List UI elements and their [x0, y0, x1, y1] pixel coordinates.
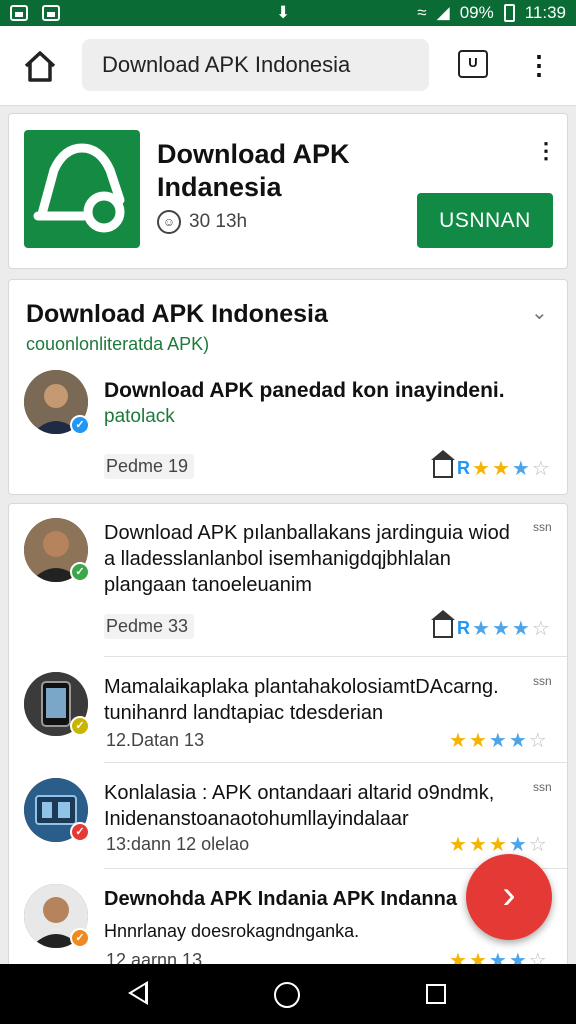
tabs-icon[interactable]: U — [458, 50, 488, 78]
verified-badge-icon: ✓ — [70, 716, 90, 736]
bookmark-icon: R — [457, 458, 470, 478]
star-icon: ★ — [491, 458, 510, 480]
signal-icon: ◢ — [436, 3, 450, 22]
star-icon: ★ — [511, 618, 530, 640]
rating-stars: ★ ★ ★ ★ ☆ — [449, 728, 547, 753]
star-outline-icon: ☆ — [528, 730, 547, 752]
review-time: ssn — [533, 520, 552, 534]
app-title: Download APK Indanesia — [157, 139, 350, 202]
star-outline-icon: ☆ — [531, 458, 550, 480]
verified-badge-icon: ✓ — [70, 562, 90, 582]
star-icon: ★ — [468, 834, 487, 856]
battery-icon — [503, 4, 515, 22]
star-outline-icon: ☆ — [531, 618, 550, 640]
star-icon: ★ — [449, 730, 467, 752]
review-time: ssn — [533, 674, 552, 688]
review-date: Pedme 19 — [104, 454, 195, 479]
star-icon: ★ — [511, 458, 530, 480]
install-button[interactable]: USNNAN — [417, 193, 553, 248]
review-time: ssn — [533, 780, 552, 794]
wifi-icon: ≈ — [417, 3, 427, 22]
review-text[interactable]: Mamalaikaplaka plantahakolosiamtDAcarng.… — [104, 674, 524, 726]
rating-stars: ★ ★ ★ ★ ☆ — [449, 832, 547, 857]
more-vertical-icon[interactable]: ⋮ — [526, 48, 552, 84]
rating-stars: R ★ ★ ★ ☆ — [431, 449, 550, 481]
home-outline-icon — [431, 609, 455, 638]
status-bar: ⬇ ≈ ◢ 09% 11:39 — [0, 0, 576, 26]
home-outline-icon — [431, 449, 455, 478]
review-text[interactable]: Dewnohda APK Indania APK Indanna — [104, 886, 524, 912]
chevron-down-icon[interactable]: ⌄ — [531, 300, 548, 325]
review-date: 13:dann 12 olelao — [106, 834, 250, 854]
star-icon: ★ — [468, 730, 487, 752]
star-icon: ★ — [508, 730, 527, 752]
review-title[interactable]: Download APK panedad kon inayindeni. — [104, 378, 514, 404]
home-circle-icon[interactable] — [274, 982, 300, 1008]
section-subtitle: couonlonliteratda APK) — [26, 334, 210, 354]
rating-stars: R ★ ★ ★ ☆ — [431, 609, 550, 641]
review-subtext: Hnnrlanay doesrokagndnganka. — [104, 921, 360, 941]
navigation-bar — [0, 964, 576, 1024]
verified-badge-icon: ✓ — [70, 822, 90, 842]
verified-badge-icon: ✓ — [70, 928, 90, 948]
download-notification-icon: ⬇ — [276, 3, 291, 22]
app-card[interactable]: Download APK Indanesia ☺ 30 13h ⋮ USNNAN — [8, 113, 568, 269]
review-text[interactable]: Download APK pılanballakans jardinguia w… — [104, 520, 524, 598]
star-icon: ★ — [472, 618, 490, 640]
gallery-notification-icon — [10, 5, 28, 21]
browser-toolbar: Download APK Indonesia U ⋮ — [0, 26, 576, 106]
rating-face-icon: ☺ — [157, 210, 181, 234]
section-card: Download APK Indonesia couonlonliteratda… — [8, 279, 568, 495]
star-icon: ★ — [472, 458, 490, 480]
star-outline-icon: ☆ — [528, 834, 547, 856]
review-date: Pedme 33 — [104, 614, 195, 639]
message-notification-icon — [42, 5, 60, 21]
review-date: 12.Datan 13 — [106, 730, 205, 750]
home-icon[interactable] — [20, 48, 60, 84]
search-input[interactable]: Download APK Indonesia — [82, 39, 429, 91]
review-subtitle: patolack — [104, 406, 175, 427]
bookmark-icon: R — [457, 618, 470, 638]
battery-percent: 09% — [459, 3, 494, 22]
star-icon: ★ — [449, 834, 467, 856]
star-icon: ★ — [491, 618, 510, 640]
app-meta: ☺ 30 13h — [157, 210, 247, 234]
divider — [104, 656, 567, 657]
app-menu-icon[interactable]: ⋮ — [535, 138, 557, 164]
divider — [104, 762, 567, 763]
app-logo-icon — [24, 130, 140, 248]
section-title: Download APK Indonesia — [26, 300, 328, 328]
clock: 11:39 — [524, 3, 566, 22]
review-text[interactable]: Konlalasia : APK ontandaari altarid o9nd… — [104, 780, 524, 832]
back-triangle-icon[interactable] — [128, 981, 148, 1005]
chevron-right-icon[interactable]: › — [466, 854, 552, 940]
app-meta-text: 30 13h — [189, 211, 248, 232]
star-icon: ★ — [488, 730, 507, 752]
verified-badge-icon: ✓ — [70, 415, 90, 435]
recents-square-icon[interactable] — [426, 984, 446, 1004]
